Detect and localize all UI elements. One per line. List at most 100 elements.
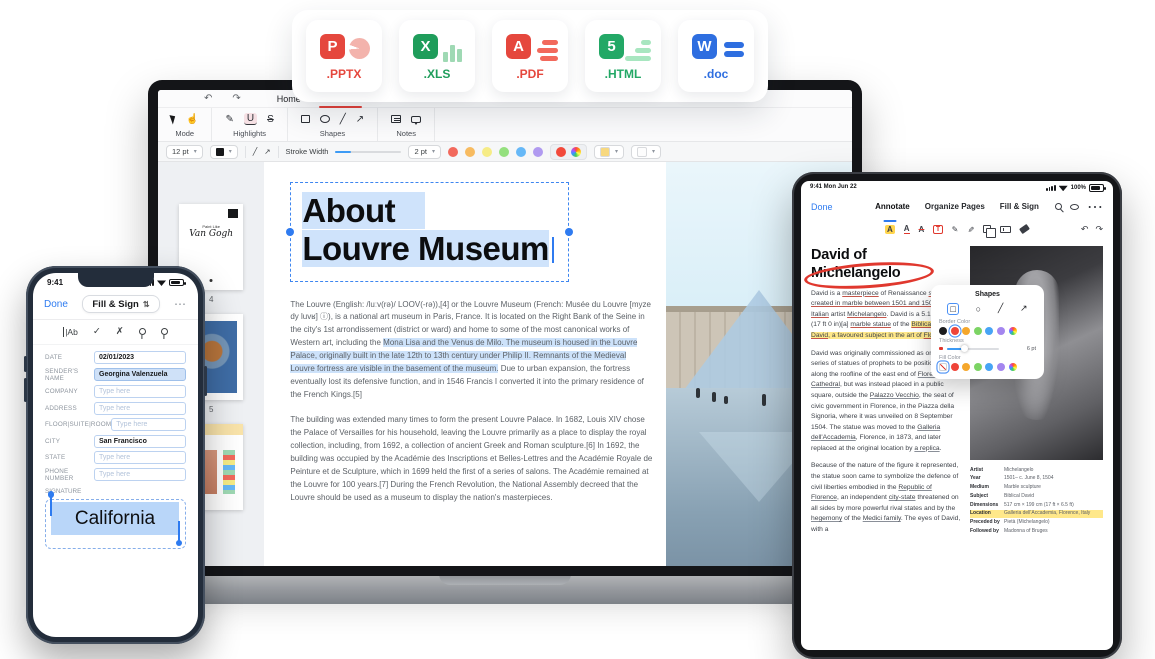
view-settings-icon[interactable] xyxy=(1070,204,1079,210)
color-wheel-icon[interactable] xyxy=(1009,327,1017,335)
stroke-width-dropdown[interactable]: 2 pt ▾ xyxy=(408,145,441,159)
rectangle-shape-icon[interactable]: □ xyxy=(947,303,958,315)
redo-icon[interactable]: ↷ xyxy=(232,93,240,104)
more-icon[interactable]: ⋯ xyxy=(1087,197,1103,217)
format-tile-pptx[interactable]: P .PPTX xyxy=(306,20,382,92)
strikethrough-tool-icon[interactable]: S xyxy=(267,114,274,125)
textbox-tool-icon[interactable]: T xyxy=(933,225,942,234)
strikethrough-tool-icon[interactable]: A xyxy=(919,225,925,234)
selection-handle-start[interactable] xyxy=(50,496,52,516)
color-swatch-orange[interactable] xyxy=(465,147,475,157)
underline-tool-icon[interactable]: U xyxy=(244,113,257,125)
fill-color-purple[interactable] xyxy=(997,363,1005,371)
color-swatch-red[interactable] xyxy=(448,147,458,157)
border-color-blue[interactable] xyxy=(985,327,993,335)
color-swatch-purple[interactable] xyxy=(533,147,543,157)
hand-icon[interactable]: ☝ xyxy=(186,114,198,125)
comment-bubble-icon[interactable] xyxy=(411,116,421,123)
highlight-color-dropdown[interactable]: ▾ xyxy=(594,145,624,159)
selected-text-overlay[interactable]: California xyxy=(51,502,179,535)
tab-organize-pages[interactable]: Organize Pages xyxy=(925,202,985,211)
ellipse-tool-icon[interactable] xyxy=(320,115,330,123)
font-size-dropdown[interactable]: 12 pt ▾ xyxy=(166,145,203,159)
highlighter-pen-icon[interactable]: ✎ xyxy=(225,114,233,125)
fill-color-orange[interactable] xyxy=(962,363,970,371)
cross-tool-icon[interactable]: ✗ xyxy=(116,326,124,337)
form-field-tool-icon[interactable] xyxy=(1000,226,1011,233)
check-tool-icon[interactable]: ✓ xyxy=(93,326,101,337)
fill-color-blue[interactable] xyxy=(985,363,993,371)
line-shape-icon[interactable]: ╱ xyxy=(998,303,1003,314)
line-tool-icon[interactable]: ╱ xyxy=(340,114,346,125)
done-button[interactable]: Done xyxy=(811,202,833,212)
tablet-status-bar: 9:41 Mon Jun 22 100% xyxy=(801,181,1113,192)
underline-tool-icon[interactable]: A xyxy=(904,224,910,234)
color-swatch-blue[interactable] xyxy=(516,147,526,157)
border-color-green[interactable] xyxy=(974,327,982,335)
format-tile-xls[interactable]: X .XLS xyxy=(399,20,475,92)
company-field[interactable]: Type here xyxy=(94,385,186,398)
color-wheel-icon[interactable] xyxy=(1009,363,1017,371)
shapes-tool-icon[interactable] xyxy=(983,225,991,233)
thickness-slider[interactable] xyxy=(947,348,999,350)
sender-name-field[interactable]: Georgina Valenzuela xyxy=(94,368,186,381)
fill-color-none-selected[interactable] xyxy=(939,363,947,371)
signature-tool-icon[interactable] xyxy=(161,328,168,335)
mode-switcher[interactable]: Fill & Sign ⇅ xyxy=(82,295,159,313)
redo-icon[interactable]: ↷ xyxy=(1095,224,1103,235)
highlight-tool-icon[interactable]: A xyxy=(885,225,895,234)
border-color-orange[interactable] xyxy=(962,327,970,335)
text-field-tool-icon[interactable]: |Ab xyxy=(63,327,78,337)
city-field[interactable]: San Francisco xyxy=(94,435,186,448)
infobox-value: Pietà (Michelangelo) xyxy=(1004,519,1103,526)
tab-fill-sign[interactable]: Fill & Sign xyxy=(1000,202,1039,211)
fill-color-green[interactable] xyxy=(974,363,982,371)
title-selection-box[interactable]: About Louvre Museum xyxy=(290,182,569,282)
field-label: PHONE NUMBER xyxy=(45,468,94,482)
address-field[interactable]: Type here xyxy=(94,402,186,415)
floor-suite-room-field[interactable]: Type here xyxy=(111,418,186,431)
circle-shape-icon[interactable]: ○ xyxy=(976,304,981,314)
search-icon[interactable] xyxy=(1055,203,1062,210)
stroke-width-slider[interactable] xyxy=(335,151,401,153)
phone-number-field[interactable]: Type here xyxy=(94,468,186,481)
selection-handle-right[interactable] xyxy=(565,228,573,236)
stamp-tool-icon[interactable] xyxy=(139,328,146,335)
freehand-tool-icon[interactable]: ↗ xyxy=(356,114,364,125)
color-wheel-icon[interactable] xyxy=(571,147,581,157)
color-swatch-green[interactable] xyxy=(499,147,509,157)
done-button[interactable]: Done xyxy=(44,299,68,310)
selection-handle-left[interactable] xyxy=(286,228,294,236)
cursor-icon[interactable] xyxy=(169,113,177,124)
undo-icon[interactable]: ↶ xyxy=(1081,224,1089,235)
border-color-purple[interactable] xyxy=(997,327,1005,335)
text-color-dropdown[interactable]: ▾ xyxy=(210,145,238,159)
infobox-value: Madonna of Bruges xyxy=(1004,528,1103,535)
form-row-phone: PHONE NUMBER Type here xyxy=(45,468,186,482)
selected-color-swatch[interactable] xyxy=(556,147,566,157)
fill-color-dropdown[interactable]: ▾ xyxy=(631,145,661,159)
arrow-shape-icon[interactable]: ↗ xyxy=(1020,303,1028,314)
rectangle-tool-icon[interactable] xyxy=(301,115,310,123)
file-format-bar: P .PPTX X .XLS A .PDF 5 xyxy=(292,10,768,102)
format-tile-html[interactable]: 5 .HTML xyxy=(585,20,661,92)
fill-color-red[interactable] xyxy=(951,363,959,371)
border-color-black[interactable] xyxy=(939,327,947,335)
border-color-red-selected[interactable] xyxy=(951,327,959,335)
date-field[interactable]: 02/01/2023 xyxy=(94,351,186,364)
undo-icon[interactable]: ↶ xyxy=(204,93,212,104)
tab-annotate[interactable]: Annotate xyxy=(875,202,910,211)
format-tile-pdf[interactable]: A .PDF xyxy=(492,20,568,92)
pen-tool-icon[interactable]: ✎ xyxy=(967,225,974,234)
state-field[interactable]: Type here xyxy=(94,451,186,464)
pencil-tool-icon[interactable]: ✎ xyxy=(952,225,959,234)
color-swatch-yellow[interactable] xyxy=(482,147,492,157)
more-icon[interactable]: ⋯ xyxy=(174,297,187,311)
format-tile-doc[interactable]: W .doc xyxy=(678,20,754,92)
arrow-style-icon[interactable]: ↗ xyxy=(264,147,270,156)
field-label: STATE xyxy=(45,454,94,461)
line-style-icon[interactable]: ╱ xyxy=(253,147,258,156)
text-note-icon[interactable] xyxy=(391,115,401,123)
eraser-tool-icon[interactable] xyxy=(1020,226,1029,232)
selection-handle-end[interactable] xyxy=(178,521,180,541)
